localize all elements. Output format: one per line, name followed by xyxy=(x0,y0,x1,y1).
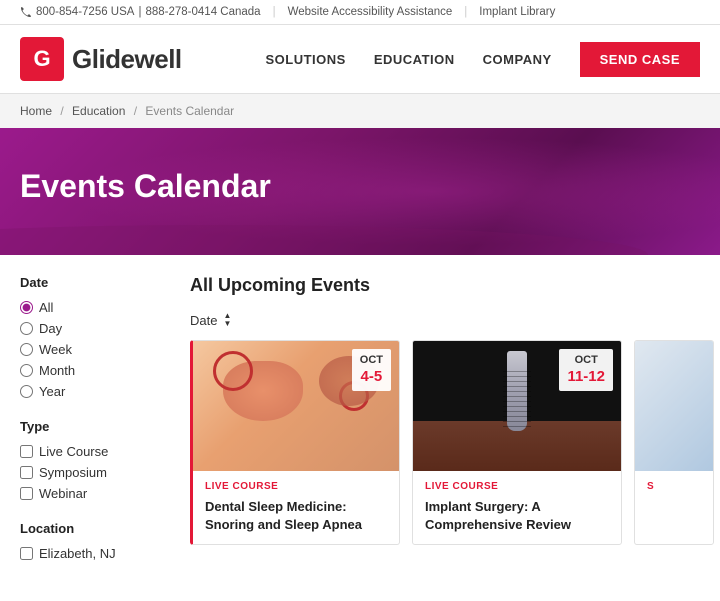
event-month-1: OCT xyxy=(360,353,383,367)
phone-icon xyxy=(20,6,32,18)
hero-banner: Events Calendar xyxy=(0,128,720,255)
breadcrumb-home[interactable]: Home xyxy=(20,104,52,118)
hero-wave xyxy=(0,225,720,255)
date-radio-all-input[interactable] xyxy=(20,301,33,314)
event-title-2: Implant Surgery: A Comprehensive Review xyxy=(425,498,609,534)
breadcrumb-sep1: / xyxy=(60,104,67,118)
separator: | xyxy=(273,6,276,18)
main-content: Date All Day Week Month xyxy=(0,255,720,601)
type-filter-title: Type xyxy=(20,419,170,434)
separator2: | xyxy=(464,6,467,18)
type-symposium[interactable]: Symposium xyxy=(20,465,170,480)
event-cards-row: OCT 4-5 LIVE COURSE Dental Sleep Medicin… xyxy=(190,340,714,545)
event-day-1: 4-5 xyxy=(360,367,383,387)
event-date-badge-1: OCT 4-5 xyxy=(352,349,391,391)
implant-thread xyxy=(503,371,531,431)
top-bar: 800-854-7256 USA | 888-278-0414 Canada |… xyxy=(0,0,720,25)
event-card-1-image: OCT 4-5 xyxy=(193,341,399,471)
location-elizabeth-nj-label: Elizabeth, NJ xyxy=(39,546,116,561)
date-radio-month-label: Month xyxy=(39,363,75,378)
type-symposium-input[interactable] xyxy=(20,466,33,479)
location-filter-section: Location Elizabeth, NJ xyxy=(20,521,170,561)
location-elizabeth-nj[interactable]: Elizabeth, NJ xyxy=(20,546,170,561)
circle-annotation-1 xyxy=(213,351,253,391)
breadcrumb-current: Events Calendar xyxy=(145,104,234,118)
event-card-2-image: OCT 11-12 xyxy=(413,341,621,471)
location-checkbox-group: Elizabeth, NJ xyxy=(20,546,170,561)
event-card-3-image xyxy=(635,341,713,471)
events-section-title: All Upcoming Events xyxy=(190,275,370,296)
type-live-course[interactable]: Live Course xyxy=(20,444,170,459)
breadcrumb-education[interactable]: Education xyxy=(72,104,125,118)
type-filter-section: Type Live Course Symposium Webinar xyxy=(20,419,170,501)
sort-label: Date xyxy=(190,313,217,328)
location-elizabeth-nj-input[interactable] xyxy=(20,547,33,560)
date-radio-month[interactable]: Month xyxy=(20,363,170,378)
date-radio-all[interactable]: All xyxy=(20,300,170,315)
date-filter-section: Date All Day Week Month xyxy=(20,275,170,399)
phone-usa: 800-854-7256 USA | 888-278-0414 Canada xyxy=(20,6,261,18)
date-radio-year[interactable]: Year xyxy=(20,384,170,399)
sort-arrows: ▲ ▼ xyxy=(223,312,231,328)
location-filter-title: Location xyxy=(20,521,170,536)
event-card-1[interactable]: OCT 4-5 LIVE COURSE Dental Sleep Medicin… xyxy=(190,340,400,545)
date-radio-year-label: Year xyxy=(39,384,65,399)
accessibility-link[interactable]: Website Accessibility Assistance xyxy=(288,6,453,18)
nav-company[interactable]: COMPANY xyxy=(483,52,552,67)
type-symposium-label: Symposium xyxy=(39,465,107,480)
date-radio-day[interactable]: Day xyxy=(20,321,170,336)
events-header: All Upcoming Events xyxy=(190,275,714,296)
type-webinar[interactable]: Webinar xyxy=(20,486,170,501)
type-live-course-input[interactable] xyxy=(20,445,33,458)
date-radio-week-input[interactable] xyxy=(20,343,33,356)
nav-education[interactable]: EDUCATION xyxy=(374,52,455,67)
date-radio-month-input[interactable] xyxy=(20,364,33,377)
event-title-1: Dental Sleep Medicine: Snoring and Sleep… xyxy=(205,498,387,534)
date-radio-week[interactable]: Week xyxy=(20,342,170,357)
type-checkbox-group: Live Course Symposium Webinar xyxy=(20,444,170,501)
event-card-3[interactable]: S xyxy=(634,340,714,545)
date-radio-year-input[interactable] xyxy=(20,385,33,398)
card3-image xyxy=(635,341,713,471)
event-type-1: LIVE COURSE xyxy=(205,481,387,492)
header: G Glidewell SOLUTIONS EDUCATION COMPANY … xyxy=(0,25,720,94)
date-radio-all-label: All xyxy=(39,300,53,315)
send-case-button[interactable]: SEND CASE xyxy=(580,42,700,77)
date-radio-week-label: Week xyxy=(39,342,72,357)
logo-text: Glidewell xyxy=(72,44,182,75)
page-title: Events Calendar xyxy=(20,168,700,205)
date-radio-day-input[interactable] xyxy=(20,322,33,335)
date-filter-title: Date xyxy=(20,275,170,290)
date-radio-group: All Day Week Month Year xyxy=(20,300,170,399)
event-card-3-body: S xyxy=(635,471,713,508)
logo-icon: G xyxy=(20,37,64,81)
logo-area[interactable]: G Glidewell xyxy=(20,37,182,81)
nav-solutions[interactable]: SOLUTIONS xyxy=(266,52,346,67)
type-webinar-label: Webinar xyxy=(39,486,87,501)
breadcrumb-sep2: / xyxy=(134,104,141,118)
sidebar: Date All Day Week Month xyxy=(20,275,170,581)
date-radio-day-label: Day xyxy=(39,321,62,336)
events-area: All Upcoming Events Date ▲ ▼ xyxy=(190,275,714,581)
event-card-2-body: LIVE COURSE Implant Surgery: A Comprehen… xyxy=(413,471,621,544)
event-date-badge-2: OCT 11-12 xyxy=(559,349,613,391)
main-nav: SOLUTIONS EDUCATION COMPANY SEND CASE xyxy=(266,42,701,77)
event-type-2: LIVE COURSE xyxy=(425,481,609,492)
event-day-2: 11-12 xyxy=(567,367,605,387)
breadcrumb: Home / Education / Events Calendar xyxy=(0,94,720,128)
event-card-2[interactable]: OCT 11-12 LIVE COURSE Implant Surgery: A… xyxy=(412,340,622,545)
type-webinar-input[interactable] xyxy=(20,487,33,500)
sort-control[interactable]: Date ▲ ▼ xyxy=(190,312,231,328)
event-type-3: S xyxy=(647,481,701,492)
event-month-2: OCT xyxy=(567,353,605,367)
event-card-1-body: LIVE COURSE Dental Sleep Medicine: Snori… xyxy=(193,471,399,544)
implant-library-link[interactable]: Implant Library xyxy=(479,6,555,18)
type-live-course-label: Live Course xyxy=(39,444,108,459)
